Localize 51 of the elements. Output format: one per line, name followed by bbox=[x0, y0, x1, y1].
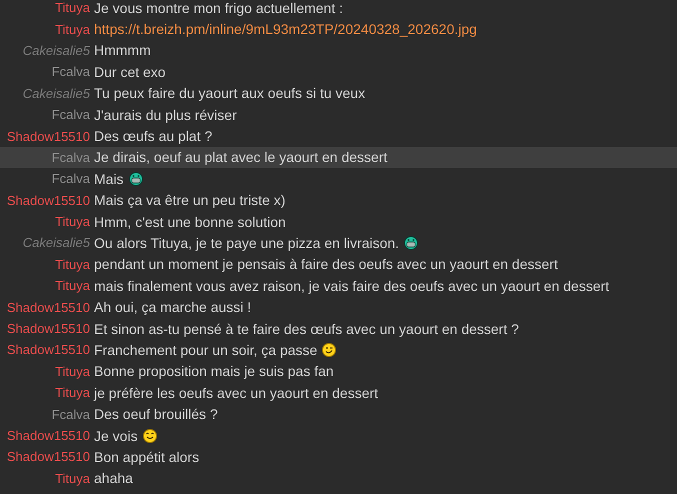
grin-face-icon bbox=[404, 236, 418, 250]
nickname: Cakeisalie5 bbox=[22, 42, 90, 58]
nickname: Shadow15510 bbox=[6, 192, 90, 208]
message-text: Franchement pour un soir, ça passe bbox=[94, 342, 318, 358]
nickname: Tituya bbox=[54, 470, 90, 486]
smile-face-icon bbox=[142, 428, 157, 442]
highlighted-message-row[interactable]: Fcalva Je dirais, oeuf au plat avec le yaourt en dessert bbox=[0, 146, 677, 168]
message-text: Dur cet exo bbox=[94, 64, 166, 80]
message-link[interactable]: https://t.breizh.pm/inline/9mL93m23TP/20240328_202620.jpg bbox=[94, 21, 477, 38]
message-text: mais finalement vous avez raison, je vais faire des oeufs avec un yaourt en dessert bbox=[94, 278, 610, 294]
nickname: Fcalva bbox=[50, 107, 90, 122]
nickname: Tituya bbox=[54, 22, 90, 37]
nickname: Tituya bbox=[54, 256, 90, 272]
message-text: Je vois bbox=[94, 428, 138, 444]
nickname: Shadow15510 bbox=[6, 342, 90, 358]
message-text: Ah oui, ça marche aussi ! bbox=[94, 299, 252, 316]
message-text: je préfère les oeufs avec un yaourt en dessert bbox=[94, 384, 378, 401]
grin-face-icon bbox=[128, 172, 143, 186]
nickname: Shadow15510 bbox=[6, 300, 90, 315]
nickname: Tituya bbox=[54, 364, 90, 379]
nickname: Tituya bbox=[54, 0, 90, 16]
nickname: Shadow15510 bbox=[6, 321, 90, 336]
nickname: Cakeisalie5 bbox=[22, 86, 90, 101]
message-text: pendant un moment je pensais à faire des oeufs avec un yaourt en dessert bbox=[94, 256, 558, 272]
nickname: Cakeisalie5 bbox=[22, 235, 90, 250]
message-text: Des oeuf brouillés ? bbox=[94, 406, 218, 422]
message-text: Hmm, c'est une bonne solution bbox=[94, 214, 286, 230]
message-text: J'aurais du plus réviser bbox=[94, 106, 237, 123]
nickname: Fcalva bbox=[50, 64, 90, 80]
wink-face-icon bbox=[322, 342, 336, 357]
nickname: Shadow15510 bbox=[6, 449, 90, 464]
nickname: Fcalva bbox=[50, 150, 90, 165]
nickname: Tituya bbox=[54, 278, 90, 294]
nickname: Shadow15510 bbox=[6, 128, 90, 144]
message-text: Je vous montre mon frigo actuellement : bbox=[94, 0, 344, 16]
message-text: Bon appétit alors bbox=[94, 448, 200, 465]
message-text: Ou alors Tituya, je te paye une pizza en livraison. bbox=[94, 234, 400, 251]
message-text: Hmmmm bbox=[94, 42, 151, 58]
nickname: Tituya bbox=[54, 214, 90, 230]
message-text: Je dirais, oeuf au plat avec le yaourt en dessert bbox=[94, 149, 388, 166]
nickname: Tituya bbox=[54, 385, 90, 400]
message-text: Des œufs au plat ? bbox=[94, 128, 212, 144]
message-text: Mais ça va être un peu triste x) bbox=[94, 192, 286, 208]
nickname: Fcalva bbox=[50, 406, 90, 422]
message-text: Et sinon as-tu pensé à te faire des œufs avec un yaourt en dessert ? bbox=[94, 320, 519, 337]
nickname: Fcalva bbox=[50, 171, 90, 186]
message-text: Tu peux faire du yaourt aux oeufs si tu veux bbox=[94, 85, 366, 102]
nickname: Shadow15510 bbox=[6, 428, 90, 443]
message-text: Mais bbox=[94, 170, 124, 187]
message-text: ahaha bbox=[94, 470, 133, 486]
message-text: Bonne proposition mais je suis pas fan bbox=[94, 363, 334, 380]
